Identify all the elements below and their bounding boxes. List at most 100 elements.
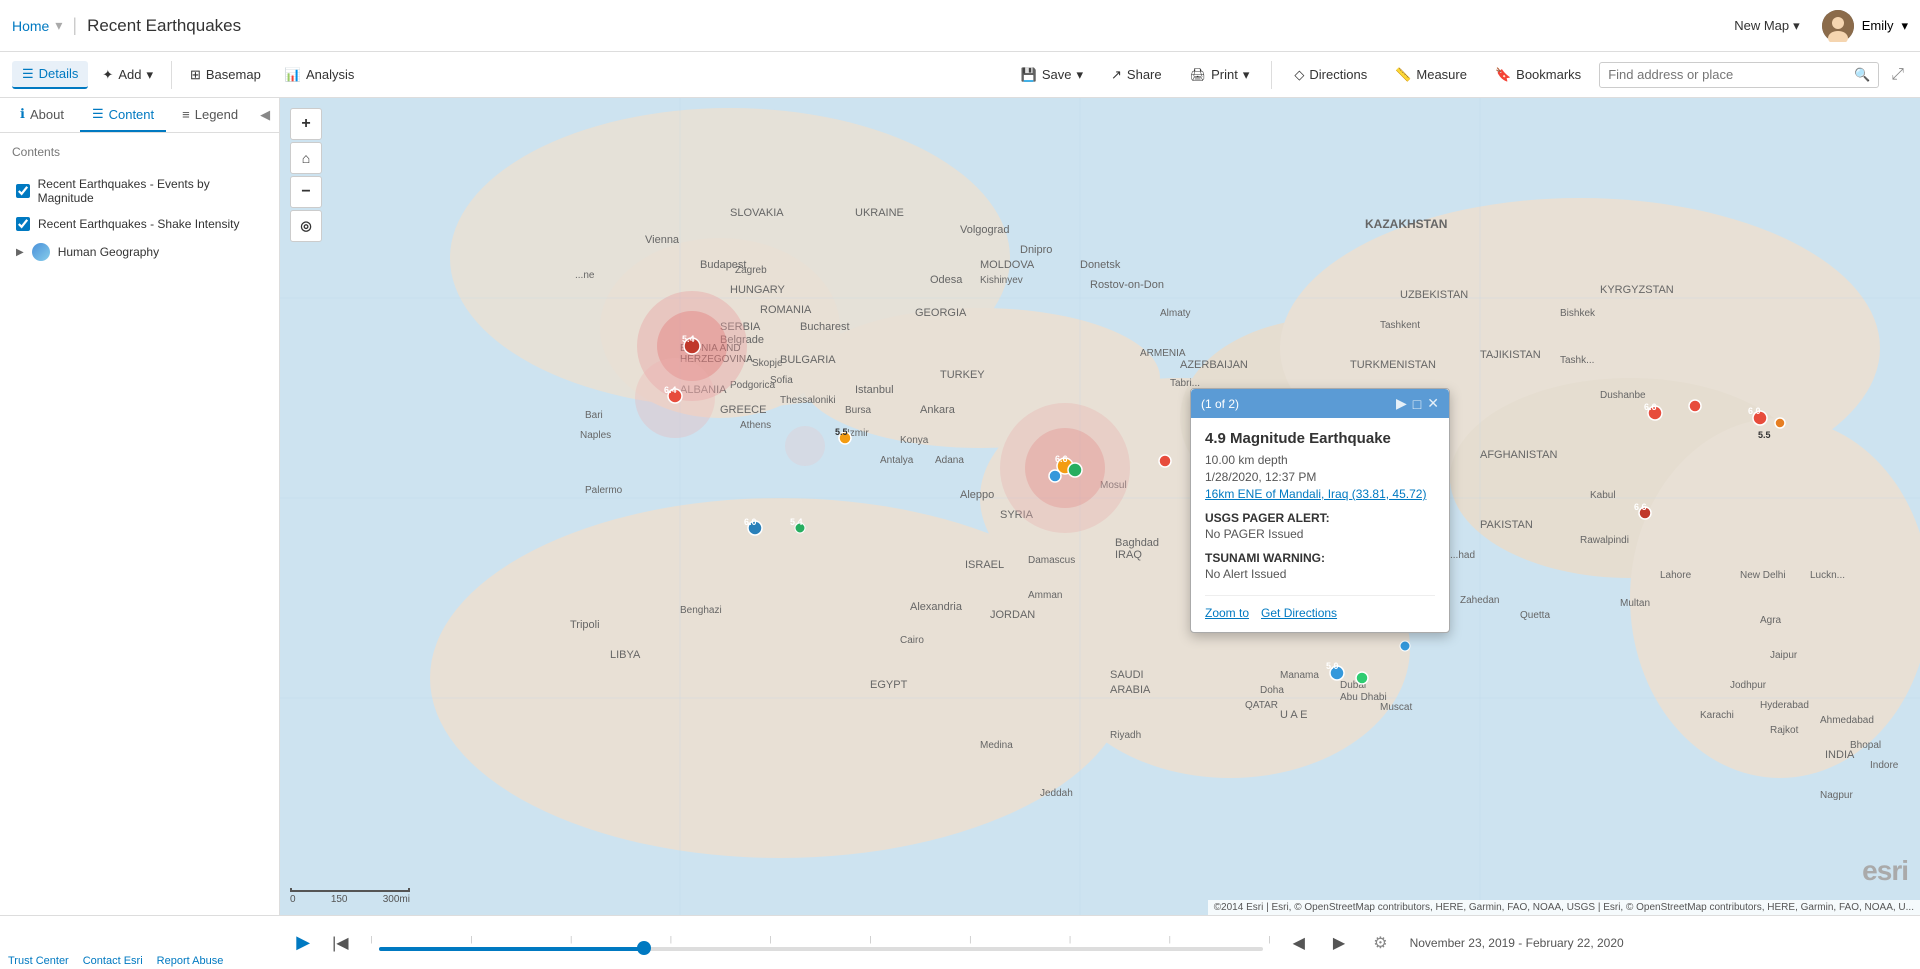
- layer2-checkbox[interactable]: [16, 217, 30, 231]
- svg-text:Sofia: Sofia: [770, 375, 793, 386]
- measure-button[interactable]: 📏 Measure: [1385, 62, 1477, 88]
- new-map-button[interactable]: New Map ▾: [1728, 14, 1805, 38]
- svg-text:6.6: 6.6: [1634, 502, 1647, 512]
- save-button[interactable]: 💾 Save ▾: [1011, 62, 1093, 88]
- popup-expand-button[interactable]: □: [1413, 396, 1421, 412]
- bookmarks-button[interactable]: 🔖 Bookmarks: [1485, 62, 1591, 88]
- user-menu[interactable]: Emily ▾: [1822, 10, 1908, 42]
- home-button[interactable]: ⌂: [290, 142, 322, 174]
- home-label[interactable]: Home: [12, 18, 49, 34]
- about-label: About: [30, 107, 64, 122]
- home-link[interactable]: Home ▾: [12, 17, 62, 34]
- directions-button[interactable]: ◇ Directions: [1284, 62, 1377, 88]
- svg-text:Bhopal: Bhopal: [1850, 740, 1881, 751]
- list-item[interactable]: Recent Earthquakes - Events by Magnitude: [12, 171, 267, 211]
- directions-icon: ◇: [1294, 67, 1304, 83]
- svg-text:Tashk...: Tashk...: [1560, 355, 1594, 366]
- popup-header: (1 of 2) ▶ □ ✕: [1191, 389, 1449, 418]
- svg-text:Aleppo: Aleppo: [960, 489, 994, 501]
- popup-header-buttons: ▶ □ ✕: [1396, 395, 1439, 412]
- tab-legend[interactable]: ≡ Legend: [170, 98, 250, 132]
- zoom-out-button[interactable]: −: [290, 176, 322, 208]
- add-button[interactable]: ✦ Add ▾: [92, 62, 163, 88]
- svg-text:Baghdad: Baghdad: [1115, 537, 1159, 549]
- search-input[interactable]: [1608, 67, 1848, 82]
- svg-text:GEORGIA: GEORGIA: [915, 307, 967, 319]
- share-button[interactable]: ↗ Share: [1101, 62, 1172, 88]
- collapse-panel-button[interactable]: ◀: [254, 98, 276, 132]
- tab-about[interactable]: ℹ About: [8, 98, 76, 132]
- add-icon: ✦: [102, 67, 113, 83]
- locate-button[interactable]: ◎: [290, 210, 322, 242]
- svg-text:HUNGARY: HUNGARY: [730, 284, 785, 296]
- group1-label: Human Geography: [58, 245, 159, 259]
- analysis-button[interactable]: 📊 Analysis: [275, 62, 365, 88]
- contact-esri-link[interactable]: Contact Esri: [83, 955, 143, 967]
- svg-text:Jodhpur: Jodhpur: [1730, 680, 1767, 691]
- svg-text:Rostov-on-Don: Rostov-on-Don: [1090, 279, 1164, 291]
- svg-text:Amman: Amman: [1028, 590, 1062, 601]
- timeline-thumb[interactable]: [637, 941, 651, 955]
- basemap-button[interactable]: ⊞ Basemap: [180, 62, 271, 88]
- timeline-play-button[interactable]: ▶: [296, 932, 310, 953]
- scale-labels: 0 150 300mi: [290, 894, 410, 905]
- layer1-label: Recent Earthquakes - Events by Magnitude: [38, 177, 263, 205]
- svg-text:Jeddah: Jeddah: [1040, 788, 1073, 799]
- timeline-track[interactable]: [379, 947, 1263, 951]
- timeline-settings-button[interactable]: ⚙: [1367, 929, 1393, 957]
- timeline-start-button[interactable]: |◀: [326, 929, 354, 957]
- toolbar-separator-1: [171, 61, 172, 89]
- bookmarks-label: Bookmarks: [1516, 67, 1581, 82]
- svg-text:6.0: 6.0: [1748, 406, 1761, 416]
- directions-label: Directions: [1309, 67, 1367, 82]
- trust-center-link[interactable]: Trust Center: [8, 955, 69, 967]
- measure-label: Measure: [1416, 67, 1467, 82]
- svg-text:Cairo: Cairo: [900, 635, 924, 646]
- tab-content[interactable]: ☰ Content: [80, 98, 166, 132]
- popup-close-button[interactable]: ✕: [1427, 395, 1439, 412]
- popup-tsunami-value: No Alert Issued: [1205, 567, 1435, 581]
- zoom-to-link[interactable]: Zoom to: [1205, 606, 1249, 620]
- svg-text:UKRAINE: UKRAINE: [855, 207, 904, 219]
- map-controls: + ⌂ − ◎: [290, 108, 322, 242]
- layer1-checkbox[interactable]: [16, 184, 30, 198]
- esri-logo: esri: [1862, 855, 1908, 887]
- zoom-in-button[interactable]: +: [290, 108, 322, 140]
- user-name: Emily: [1862, 18, 1894, 33]
- popup-next-button[interactable]: ▶: [1396, 395, 1407, 412]
- search-box[interactable]: 🔍: [1599, 62, 1879, 88]
- svg-text:U A E: U A E: [1280, 709, 1308, 721]
- svg-text:6.0: 6.0: [744, 517, 757, 527]
- svg-text:AFGHANISTAN: AFGHANISTAN: [1480, 449, 1557, 461]
- report-abuse-link[interactable]: Report Abuse: [157, 955, 224, 967]
- list-item[interactable]: ▶ Human Geography: [12, 237, 267, 267]
- svg-text:Tripoli: Tripoli: [570, 619, 600, 631]
- search-icon[interactable]: 🔍: [1854, 67, 1870, 83]
- print-button[interactable]: 🖨 Print ▾: [1180, 62, 1260, 88]
- page-title: Recent Earthquakes: [87, 16, 241, 36]
- svg-text:PAKISTAN: PAKISTAN: [1480, 519, 1533, 531]
- list-item[interactable]: Recent Earthquakes - Shake Intensity: [12, 211, 267, 237]
- popup-location-link[interactable]: 16km ENE of Mandali, Iraq (33.81, 45.72): [1205, 487, 1435, 501]
- details-button[interactable]: ☰ Details: [12, 61, 88, 89]
- popup-tsunami-label: TSUNAMI WARNING:: [1205, 551, 1435, 565]
- earthquake-popup: (1 of 2) ▶ □ ✕ 4.9 Magnitude Earthquake …: [1190, 388, 1450, 633]
- svg-text:Zahedan: Zahedan: [1460, 595, 1499, 606]
- timeline-ticks: | | | | | | | | | |: [371, 935, 1271, 944]
- expand-button[interactable]: ⤢: [1887, 62, 1908, 88]
- panel-tabs: ℹ About ☰ Content ≡ Legend ◀: [0, 98, 279, 133]
- timeline-track-area[interactable]: | | | | | | | | | |: [371, 935, 1271, 951]
- popup-depth: 10.00 km depth: [1205, 453, 1435, 467]
- svg-text:Naples: Naples: [580, 430, 611, 441]
- timeline-prev-button[interactable]: ◀: [1287, 929, 1311, 957]
- map-area[interactable]: Vienna Budapest SLOVAKIA UKRAINE Volgogr…: [280, 98, 1920, 915]
- footer-links: Trust Center Contact Esri Report Abuse: [8, 955, 223, 967]
- popup-pager-value: No PAGER Issued: [1205, 527, 1435, 541]
- get-directions-link[interactable]: Get Directions: [1261, 606, 1337, 620]
- svg-text:Konya: Konya: [900, 435, 929, 446]
- map-canvas: Vienna Budapest SLOVAKIA UKRAINE Volgogr…: [280, 98, 1920, 915]
- timeline-next-button[interactable]: ▶: [1327, 929, 1351, 957]
- svg-text:Kishinyev: Kishinyev: [980, 275, 1023, 286]
- details-label: Details: [39, 66, 79, 81]
- svg-text:ISRAEL: ISRAEL: [965, 559, 1004, 571]
